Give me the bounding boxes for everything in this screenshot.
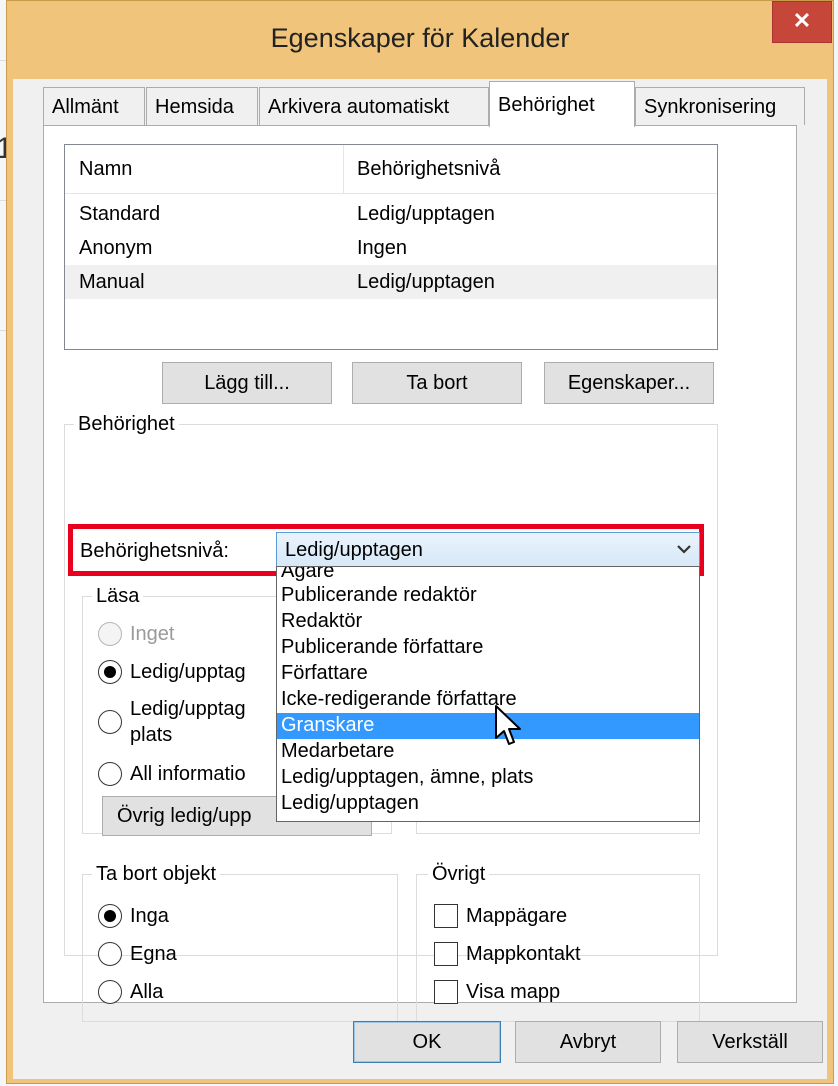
tab-label: Allmänt: [52, 96, 119, 118]
apply-button[interactable]: Verkställ: [677, 1021, 823, 1063]
dropdown-option[interactable]: Författare: [277, 661, 699, 687]
dropdown-option[interactable]: Redaktör: [277, 609, 699, 635]
dialog-title: Egenskaper för Kalender: [270, 23, 570, 53]
read-freebusy-subject-label-line2: plats: [130, 724, 173, 746]
tab-homepage[interactable]: Hemsida: [146, 87, 258, 125]
delete-own-radio[interactable]: [98, 942, 122, 966]
folder-owner-label: Mappägare: [466, 905, 568, 927]
read-group-label: Läsa: [92, 584, 144, 608]
mouse-cursor-icon: [495, 705, 521, 745]
tab-autoarchive[interactable]: Arkivera automatiskt: [259, 87, 489, 125]
column-header-name[interactable]: Namn: [79, 145, 132, 193]
delete-none-radio[interactable]: [98, 904, 122, 928]
dropdown-option-highlighted[interactable]: Granskare: [277, 713, 699, 739]
list-item-name: Standard: [79, 203, 161, 225]
dropdown-option[interactable]: Ledig/upptagen, ämne, plats: [277, 765, 699, 791]
read-freebusy-subject-label: Ledig/upptag: [130, 698, 246, 720]
properties-dialog: Egenskaper för Kalender ✕ Allmänt Hemsid…: [6, 0, 834, 1084]
list-item-level: Ingen: [357, 237, 408, 259]
dropdown-option[interactable]: Publicerande författare: [277, 635, 699, 661]
properties-button[interactable]: Egenskaper...: [544, 362, 714, 404]
permission-level-value: Ledig/upptagen: [285, 539, 423, 561]
delete-own-label: Egna: [130, 943, 177, 965]
chevron-down-icon: [677, 545, 691, 554]
list-item-name: Manual: [79, 271, 145, 293]
tab-synchronization[interactable]: Synkronisering: [635, 87, 805, 125]
list-item-level: Ledig/upptagen: [357, 203, 495, 225]
tab-label: Synkronisering: [644, 96, 777, 118]
tab-general[interactable]: Allmänt: [43, 87, 145, 125]
list-header: Namn Behörighetsnivå: [65, 145, 717, 194]
read-freebusy-radio[interactable]: [98, 660, 122, 684]
dropdown-option[interactable]: Publicerande redaktör: [277, 583, 699, 609]
dropdown-option[interactable]: Icke-redigerande författare: [277, 687, 699, 713]
permissions-panel: Namn Behörighetsnivå Standard Ledig/uppt…: [43, 125, 797, 1022]
tab-label: Arkivera automatiskt: [268, 96, 450, 118]
list-item[interactable]: Anonym Ingen: [65, 231, 717, 265]
folder-owner-checkbox[interactable]: [434, 904, 458, 928]
read-none-radio[interactable]: [98, 622, 122, 646]
dropdown-option[interactable]: Ledig/upptagen: [277, 791, 699, 817]
list-item[interactable]: Standard Ledig/upptagen: [65, 197, 717, 231]
cancel-button[interactable]: Avbryt: [515, 1021, 661, 1063]
read-all-radio[interactable]: [98, 762, 122, 786]
read-all-label: All informatio: [130, 763, 246, 785]
folder-contact-checkbox[interactable]: [434, 942, 458, 966]
other-group-label: Övrigt: [428, 862, 490, 886]
column-divider: [343, 145, 344, 193]
permissions-list[interactable]: Namn Behörighetsnivå Standard Ledig/uppt…: [64, 144, 718, 350]
dialog-client: Allmänt Hemsida Arkivera automatiskt Beh…: [13, 79, 827, 1079]
add-button[interactable]: Lägg till...: [162, 362, 332, 404]
folder-contact-label: Mappkontakt: [466, 943, 581, 965]
close-button[interactable]: ✕: [772, 1, 832, 43]
title-bar[interactable]: Egenskaper för Kalender ✕: [7, 1, 833, 81]
read-freebusy-subject-radio[interactable]: [98, 710, 122, 734]
list-item-level: Ledig/upptagen: [357, 271, 495, 293]
list-item-name: Anonym: [79, 237, 153, 259]
folder-visible-label: Visa mapp: [466, 981, 561, 1003]
delete-group-label: Ta bort objekt: [92, 862, 221, 886]
column-header-level[interactable]: Behörighetsnivå: [357, 145, 500, 193]
folder-visible-checkbox[interactable]: [434, 980, 458, 1004]
tab-permissions[interactable]: Behörighet: [489, 81, 635, 127]
dropdown-option[interactable]: Medarbetare: [277, 739, 699, 765]
remove-button[interactable]: Ta bort: [352, 362, 522, 404]
ok-button[interactable]: OK: [353, 1021, 501, 1063]
read-none-label: Inget: [130, 623, 175, 645]
delete-all-label: Alla: [130, 981, 164, 1003]
close-icon: ✕: [792, 8, 812, 33]
permission-level-select[interactable]: Ledig/upptagen: [276, 532, 700, 568]
list-item-selected[interactable]: Manual Ledig/upptagen: [65, 265, 717, 299]
delete-none-label: Inga: [130, 905, 169, 927]
permission-group-label: Behörighet: [74, 412, 179, 436]
read-freebusy-label: Ledig/upptag: [130, 661, 246, 683]
tab-label: Hemsida: [155, 96, 234, 118]
tab-label: Behörighet: [498, 94, 595, 116]
permission-level-dropdown[interactable]: Ägare Publicerande redaktör Redaktör Pub…: [276, 566, 700, 822]
delete-all-radio[interactable]: [98, 980, 122, 1004]
permission-level-label: Behörighetsnivå:: [80, 540, 229, 562]
